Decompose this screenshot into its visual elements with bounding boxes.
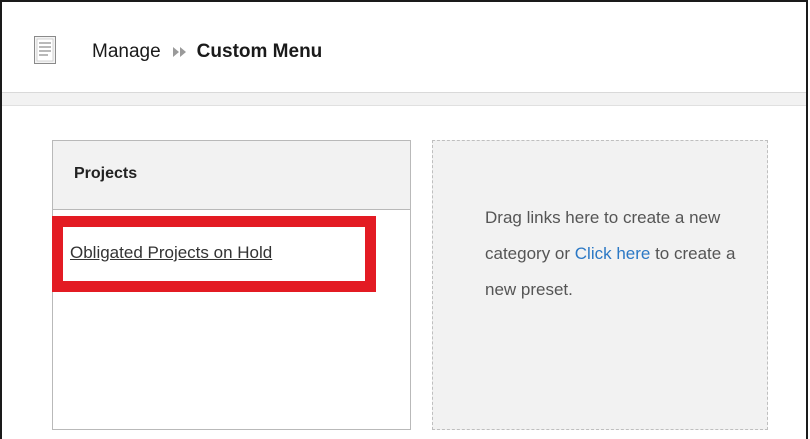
category-header: Projects <box>53 141 410 210</box>
header-divider <box>2 93 806 106</box>
breadcrumb-current: Custom Menu <box>196 41 323 62</box>
create-preset-link[interactable]: Click here <box>575 244 651 263</box>
category-title: Projects <box>74 165 138 182</box>
drop-zone-text: Drag links here to create a new category… <box>485 200 755 308</box>
breadcrumb: Manage Custom Menu <box>92 39 322 65</box>
document-icon <box>34 36 56 64</box>
highlight-annotation <box>52 216 376 292</box>
breadcrumb-parent[interactable]: Manage <box>92 41 161 63</box>
drop-zone[interactable]: Drag links here to create a new category… <box>432 140 768 430</box>
double-chevron-right-icon <box>172 47 187 57</box>
